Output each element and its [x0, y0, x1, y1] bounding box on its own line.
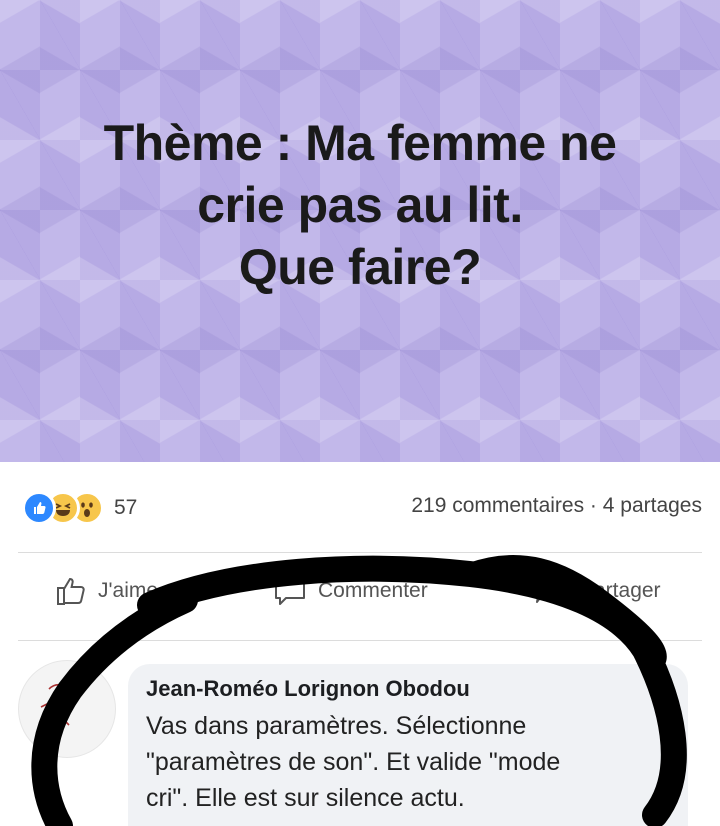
avatar-sketch-icon [40, 683, 70, 730]
share-label: Partager [580, 579, 661, 602]
divider [18, 552, 702, 553]
comment-text: Vas dans paramètres. Sélectionne "paramè… [146, 708, 686, 816]
divider [18, 640, 702, 641]
like-button[interactable]: J'aime [54, 574, 158, 608]
comment-line-2: "paramètres de son". Et valide "mode [146, 748, 561, 776]
post-stats-bar: 57 219 commentaires · 4 partages [0, 488, 720, 532]
comments-shares-count[interactable]: 219 commentaires · 4 partages [411, 494, 702, 518]
share-button[interactable]: Partager [534, 574, 661, 608]
speech-bubble-icon [275, 579, 305, 605]
post-actions-bar: J'aime Commenter Partager [0, 574, 720, 624]
thumbs-up-icon [57, 577, 85, 605]
banner-line-2: crie pas au lit. [197, 177, 523, 233]
commenter-avatar[interactable] [18, 660, 116, 758]
comment-label: Commenter [318, 579, 428, 602]
share-arrow-icon [536, 579, 567, 603]
comment-button[interactable]: Commenter [272, 574, 428, 608]
like-reaction-icon [22, 491, 56, 525]
banner-line-3: Que faire? [238, 239, 482, 295]
post-image-banner[interactable]: Thème : Ma femme ne crie pas au lit. Que… [0, 0, 720, 462]
comment-author[interactable]: Jean-Roméo Lorignon Obodou [146, 676, 470, 702]
comment-line-3: cri". Elle est sur silence actu. [146, 784, 465, 812]
banner-line-1: Thème : Ma femme ne [103, 115, 617, 171]
reaction-count: 57 [114, 496, 138, 519]
like-label: J'aime [98, 579, 159, 602]
comment-line-1: Vas dans paramètres. Sélectionne [146, 712, 527, 740]
reactions-summary[interactable]: 57 [22, 488, 137, 528]
banner-text: Thème : Ma femme ne crie pas au lit. Que… [0, 112, 720, 298]
